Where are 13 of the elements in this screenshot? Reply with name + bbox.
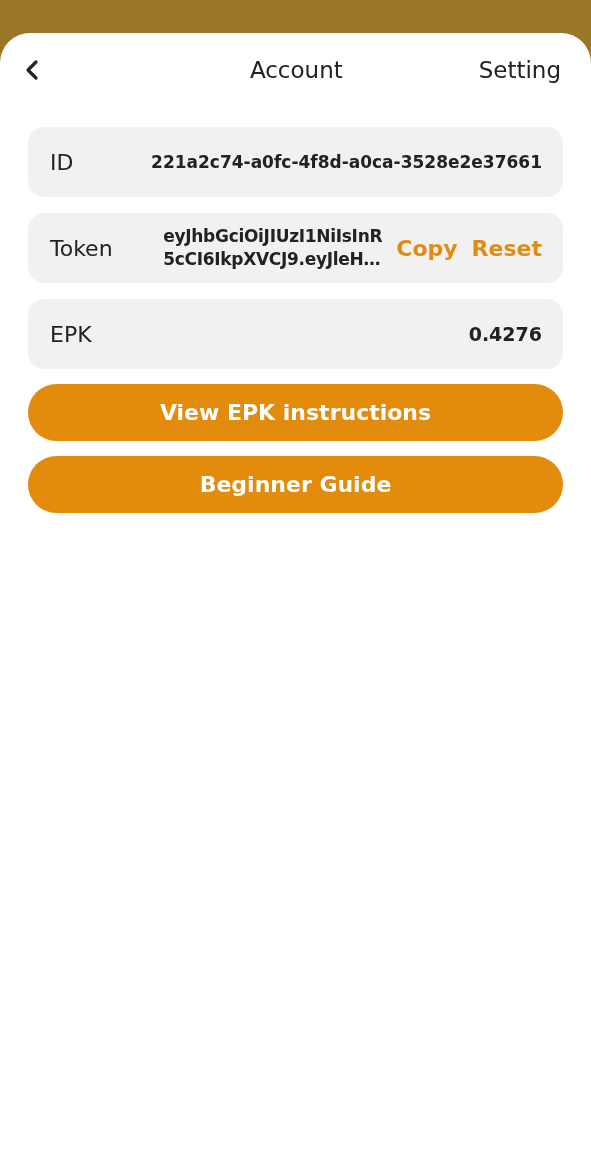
primary-button[interactable]: View EPK instructions — [28, 384, 563, 441]
field-label: Token — [50, 235, 113, 261]
token-value: eyJhbGciOiJIUzI1NiIsInR 5cCI6IkpXVCJ9.eyJleH… — [163, 225, 383, 271]
setting-link[interactable]: Setting — [478, 57, 561, 83]
field-value: 0.4276 — [468, 323, 542, 345]
text-action-button[interactable]: Reset — [471, 235, 542, 261]
text-action-button[interactable]: Copy — [396, 235, 458, 261]
page-title: Account — [249, 57, 343, 83]
primary-button[interactable]: Beginner Guide — [28, 456, 563, 513]
back-icon[interactable] — [24, 59, 40, 81]
field-label: ID — [50, 149, 74, 175]
field-value: 221a2c74-a0fc-4f8d-a0ca-3528e2e37661 — [151, 152, 542, 172]
field-label: EPK — [50, 321, 92, 347]
